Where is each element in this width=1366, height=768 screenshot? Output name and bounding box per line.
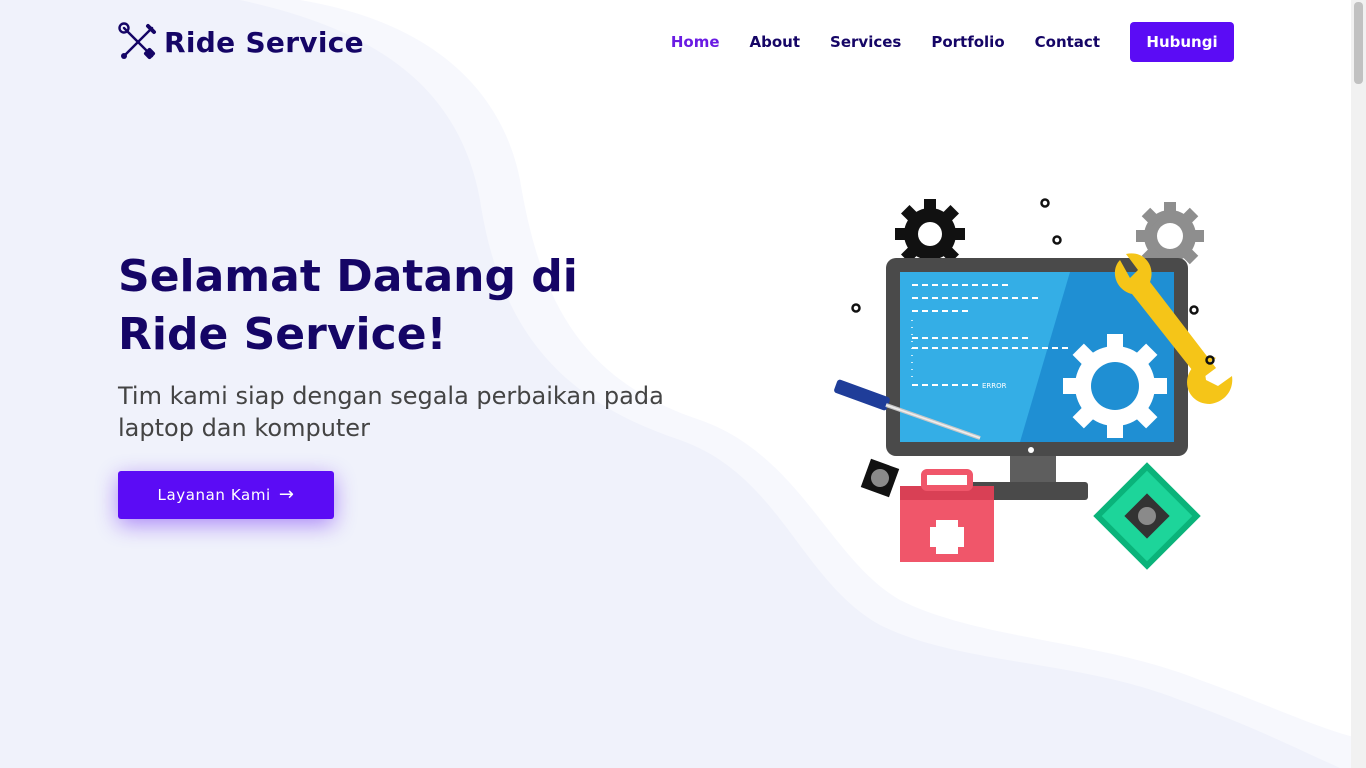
brand-name: Ride Service — [164, 25, 364, 59]
hex-nut-icon — [860, 458, 900, 498]
brand-link[interactable]: Ride Service — [118, 22, 364, 62]
cpu-chip-icon — [1093, 462, 1201, 570]
site-header: Ride Service Home About Services Portfol… — [118, 20, 1234, 64]
layanan-kami-button[interactable]: Layanan Kami → — [118, 471, 334, 519]
hubungi-button[interactable]: Hubungi — [1130, 22, 1234, 62]
page-scrollbar[interactable] — [1351, 0, 1366, 768]
hero-title: Selamat Datang di Ride Service! — [118, 251, 578, 360]
layanan-kami-label: Layanan Kami — [157, 486, 271, 504]
nav-services[interactable]: Services — [830, 33, 901, 51]
arrow-right-icon: → — [278, 484, 295, 505]
nav-contact[interactable]: Contact — [1035, 33, 1100, 51]
scrollbar-thumb[interactable] — [1354, 2, 1363, 84]
white-gear-icon — [1063, 334, 1167, 438]
nav-home[interactable]: Home — [671, 33, 720, 51]
screen-error-text: ERROR — [982, 382, 1007, 390]
nav-portfolio[interactable]: Portfolio — [931, 33, 1004, 51]
hero-subtitle: Tim kami siap dengan segala perbaikan pa… — [118, 382, 664, 442]
main-nav: Home About Services Portfolio Contact Hu… — [641, 22, 1234, 62]
hero-section: Selamat Datang di Ride Service! Tim kami… — [118, 248, 698, 444]
nav-about[interactable]: About — [750, 33, 801, 51]
tools-icon — [118, 22, 156, 60]
computer-repair-illustration: ERROR — [834, 198, 1233, 570]
